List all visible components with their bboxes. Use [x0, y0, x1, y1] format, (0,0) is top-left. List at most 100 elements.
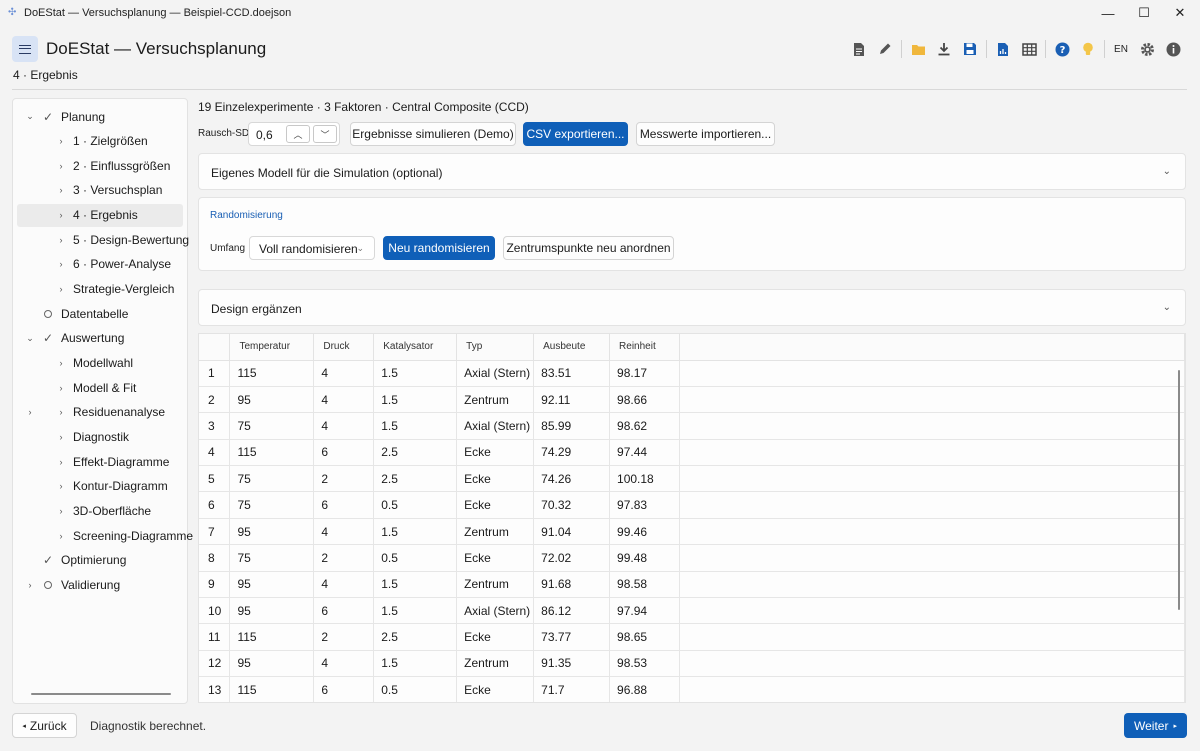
- sidebar-item-auswertung[interactable]: ⌄ ✓ Auswertung: [17, 327, 183, 350]
- table-cell[interactable]: 91.68: [533, 571, 611, 599]
- help-icon[interactable]: ?: [1049, 38, 1075, 60]
- table-icon[interactable]: [1016, 38, 1042, 60]
- column-header-katalysator[interactable]: Katalysator: [373, 334, 458, 361]
- table-cell[interactable]: 75: [229, 465, 315, 493]
- table-cell[interactable]: Ecke: [456, 439, 535, 467]
- maximize-button[interactable]: ☐: [1124, 0, 1164, 26]
- table-row[interactable]: 3 75 4 1.5 Axial (Stern) 85.99 98.62: [199, 412, 1185, 440]
- table-cell[interactable]: 98.66: [609, 386, 680, 414]
- table-cell[interactable]: 96.88: [609, 676, 680, 702]
- chevron-right-icon[interactable]: ›: [25, 407, 35, 417]
- table-cell[interactable]: 99.46: [609, 518, 680, 546]
- noise-sd-input[interactable]: 0,6 ︿ ﹀: [248, 122, 340, 146]
- info-icon[interactable]: [1160, 38, 1186, 60]
- sidebar-item-6-power-analyse[interactable]: › 6 · Power-Analyse: [17, 253, 183, 276]
- sidebar-item-datentabelle[interactable]: Datentabelle: [17, 302, 183, 325]
- table-cell[interactable]: 4: [313, 571, 375, 599]
- next-button[interactable]: Weiter ▸: [1124, 713, 1187, 738]
- table-cell[interactable]: 4: [313, 518, 375, 546]
- table-cell[interactable]: 2: [313, 465, 375, 493]
- table-cell[interactable]: Ecke: [456, 465, 535, 493]
- sidebar-item-3d-oberfläche[interactable]: › 3D-Oberfläche: [17, 499, 183, 522]
- sidebar-item-3-versuchsplan[interactable]: › 3 · Versuchsplan: [17, 179, 183, 202]
- table-cell[interactable]: 1.5: [373, 412, 458, 440]
- table-cell[interactable]: 4: [313, 650, 375, 678]
- sidebar-item-modellwahl[interactable]: › Modellwahl: [17, 352, 183, 375]
- table-cell[interactable]: Ecke: [456, 676, 535, 702]
- simulate-results-button[interactable]: Ergebnisse simulieren (Demo): [350, 122, 516, 146]
- table-cell[interactable]: 92.11: [533, 386, 611, 414]
- edit-icon[interactable]: [872, 38, 898, 60]
- sidebar-item-kontur-diagramm[interactable]: › Kontur-Diagramm: [17, 475, 183, 498]
- table-cell[interactable]: 4: [313, 412, 375, 440]
- sidebar-item-effekt-diagramme[interactable]: › Effekt-Diagramme: [17, 450, 183, 473]
- augment-design-expander[interactable]: Design ergänzen ⌄: [198, 289, 1186, 326]
- column-header-druck[interactable]: Druck: [313, 334, 375, 361]
- document-icon[interactable]: [846, 38, 872, 60]
- table-cell[interactable]: 95: [229, 571, 315, 599]
- table-cell[interactable]: 1.5: [373, 650, 458, 678]
- table-cell[interactable]: 95: [229, 386, 315, 414]
- column-header-index[interactable]: [199, 334, 231, 361]
- table-cell[interactable]: 74.26: [533, 465, 611, 493]
- close-button[interactable]: ✕: [1160, 0, 1200, 26]
- sidebar-item-residuenanalyse[interactable]: › › Residuenanalyse: [17, 401, 183, 424]
- back-button[interactable]: ◂ Zurück: [12, 713, 77, 738]
- table-cell[interactable]: 75: [229, 412, 315, 440]
- column-header-ausbeute[interactable]: Ausbeute: [533, 334, 611, 361]
- sidebar-item-planung[interactable]: ⌄ ✓ Planung: [17, 105, 183, 128]
- column-header-reinheit[interactable]: Reinheit: [609, 334, 680, 361]
- table-cell[interactable]: 91.04: [533, 518, 611, 546]
- table-cell[interactable]: 97.94: [609, 597, 680, 625]
- sidebar-item-4-ergebnis[interactable]: › 4 · Ergebnis: [17, 203, 183, 227]
- table-cell[interactable]: Ecke: [456, 491, 535, 519]
- table-cell[interactable]: 4: [313, 360, 375, 387]
- table-cell[interactable]: 70.32: [533, 491, 611, 519]
- table-row[interactable]: 4 115 6 2.5 Ecke 74.29 97.44: [199, 439, 1185, 467]
- table-row[interactable]: 8 75 2 0.5 Ecke 72.02 99.48: [199, 544, 1185, 572]
- rerandomize-button[interactable]: Neu randomisieren: [383, 236, 495, 260]
- import-measurements-button[interactable]: Messwerte importieren...: [636, 122, 775, 146]
- table-cell[interactable]: 0.5: [373, 676, 458, 702]
- table-cell[interactable]: 99.48: [609, 544, 680, 572]
- table-row[interactable]: 11 115 2 2.5 Ecke 73.77 98.65: [199, 623, 1185, 651]
- table-cell[interactable]: 73.77: [533, 623, 611, 651]
- table-cell[interactable]: 4: [313, 386, 375, 414]
- decrement-button[interactable]: ﹀: [313, 125, 337, 143]
- export-csv-button[interactable]: CSV exportieren...: [523, 122, 628, 146]
- menu-button[interactable]: [12, 36, 38, 62]
- table-cell[interactable]: 6: [313, 439, 375, 467]
- save-icon[interactable]: [957, 38, 983, 60]
- table-row[interactable]: 5 75 2 2.5 Ecke 74.26 100.18: [199, 465, 1185, 493]
- table-cell[interactable]: Ecke: [456, 544, 535, 572]
- table-cell[interactable]: 75: [229, 491, 315, 519]
- table-cell[interactable]: 1.5: [373, 360, 458, 387]
- table-cell[interactable]: 1.5: [373, 518, 458, 546]
- table-scrollbar[interactable]: [1178, 370, 1180, 610]
- table-row[interactable]: 10 95 6 1.5 Axial (Stern) 86.12 97.94: [199, 597, 1185, 625]
- table-cell[interactable]: 71.7: [533, 676, 611, 702]
- table-cell[interactable]: 98.62: [609, 412, 680, 440]
- table-cell[interactable]: 0.5: [373, 491, 458, 519]
- table-cell[interactable]: 2: [313, 544, 375, 572]
- table-row[interactable]: 1 115 4 1.5 Axial (Stern) 83.51 98.17: [199, 360, 1185, 387]
- table-row[interactable]: 2 95 4 1.5 Zentrum 92.11 98.66: [199, 386, 1185, 414]
- table-cell[interactable]: 98.53: [609, 650, 680, 678]
- table-cell[interactable]: 2.5: [373, 465, 458, 493]
- sidebar-item-2-einflussgrößen[interactable]: › 2 · Einflussgrößen: [17, 154, 183, 177]
- reorder-center-points-button[interactable]: Zentrumspunkte neu anordnen: [503, 236, 674, 260]
- table-cell[interactable]: Axial (Stern): [456, 360, 535, 387]
- scope-select[interactable]: Voll randomisieren ⌄: [249, 236, 375, 260]
- chevron-right-icon[interactable]: ›: [25, 580, 35, 590]
- table-cell[interactable]: 6: [313, 597, 375, 625]
- table-cell[interactable]: 97.83: [609, 491, 680, 519]
- minimize-button[interactable]: —: [1088, 0, 1128, 26]
- table-cell[interactable]: 100.18: [609, 465, 680, 493]
- sidebar-item-strategie-vergleich[interactable]: › Strategie-Vergleich: [17, 278, 183, 301]
- table-cell[interactable]: 115: [229, 623, 315, 651]
- table-cell[interactable]: Zentrum: [456, 386, 535, 414]
- table-cell[interactable]: 2.5: [373, 439, 458, 467]
- table-cell[interactable]: 85.99: [533, 412, 611, 440]
- table-cell[interactable]: 75: [229, 544, 315, 572]
- sidebar-item-diagnostik[interactable]: › Diagnostik: [17, 425, 183, 448]
